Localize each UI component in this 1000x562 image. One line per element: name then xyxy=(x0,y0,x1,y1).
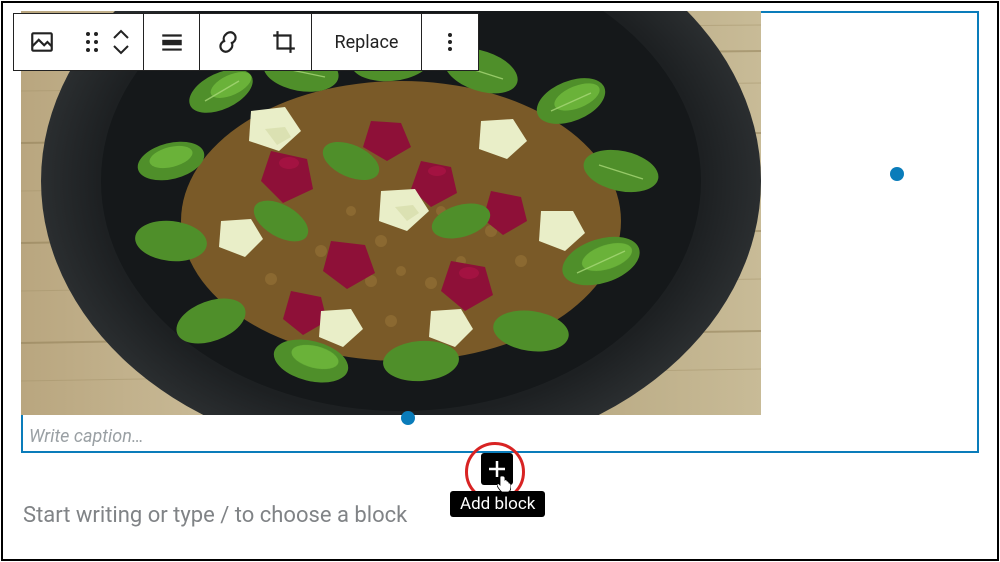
block-mover[interactable] xyxy=(70,14,144,70)
crop-button[interactable] xyxy=(256,14,312,70)
add-block-tooltip: Add block xyxy=(450,491,545,517)
align-button[interactable] xyxy=(144,14,200,70)
resize-handle-bottom[interactable] xyxy=(401,411,415,425)
resize-handle-right[interactable] xyxy=(890,167,904,181)
replace-button[interactable]: Replace xyxy=(312,14,422,70)
screenshot-frame: Write caption… xyxy=(1,1,999,561)
image-block-image[interactable] xyxy=(21,11,761,415)
image-icon xyxy=(29,29,55,55)
add-block-button[interactable] xyxy=(481,453,513,485)
image-caption-input[interactable]: Write caption… xyxy=(29,426,144,447)
more-vertical-icon xyxy=(447,30,453,54)
align-icon xyxy=(159,29,185,55)
cursor-pointer-icon xyxy=(497,475,511,493)
link-button[interactable] xyxy=(200,14,256,70)
replace-label: Replace xyxy=(335,32,399,53)
block-toolbar: Replace xyxy=(13,13,479,71)
link-icon xyxy=(215,29,241,55)
image-block-selected[interactable]: Write caption… xyxy=(21,11,979,453)
more-options-button[interactable] xyxy=(422,14,478,70)
add-block-area: Add block xyxy=(481,453,513,485)
chevron-up-icon[interactable] xyxy=(112,28,130,42)
image-block-type-button[interactable] xyxy=(14,14,70,70)
chevron-down-icon[interactable] xyxy=(112,42,130,56)
drag-handle-icon xyxy=(84,29,100,55)
paragraph-placeholder[interactable]: Start writing or type / to choose a bloc… xyxy=(23,503,407,528)
crop-icon xyxy=(271,29,297,55)
